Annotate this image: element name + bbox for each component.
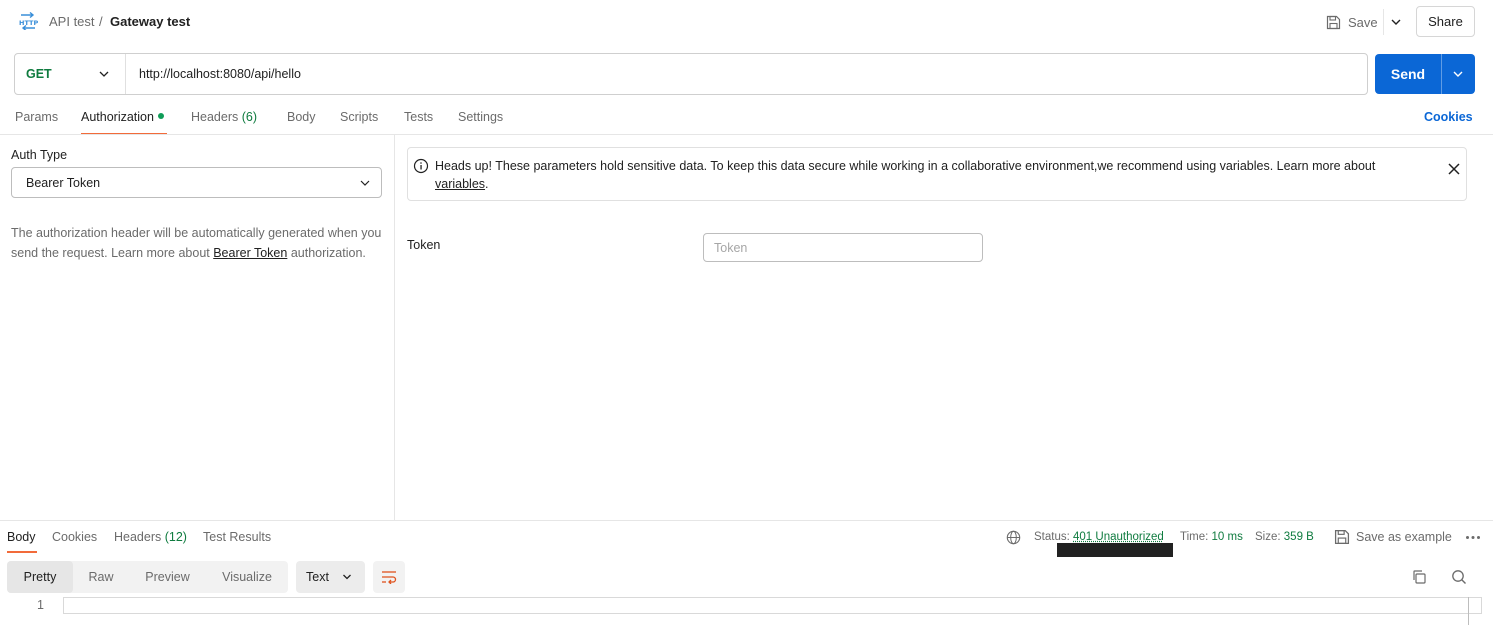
- chevron-down-icon: [341, 571, 353, 583]
- http-request-icon: HTTP: [18, 12, 38, 30]
- variables-link[interactable]: variables: [435, 177, 485, 191]
- url-bar: GET http://localhost:8080/api/hello: [14, 53, 1368, 95]
- auth-type-select[interactable]: Bearer Token: [11, 167, 382, 198]
- globe-icon[interactable]: [1006, 530, 1021, 545]
- tab-headers-label: Headers: [191, 110, 239, 124]
- close-icon[interactable]: [1446, 161, 1462, 177]
- save-icon: [1326, 15, 1341, 30]
- format-tab-pretty[interactable]: Pretty: [7, 561, 73, 593]
- sensitive-data-banner: Heads up! These parameters hold sensitiv…: [407, 147, 1467, 201]
- request-title[interactable]: Gateway test: [110, 14, 190, 30]
- response-size[interactable]: Size: 359 B: [1255, 531, 1314, 543]
- tab-authorization[interactable]: Authorization: [81, 110, 164, 134]
- response-divider[interactable]: [0, 520, 1493, 521]
- response-tab-headers[interactable]: Headers (12): [114, 530, 187, 544]
- save-icon: [1334, 529, 1350, 545]
- tab-tests[interactable]: Tests: [404, 110, 433, 134]
- tab-body[interactable]: Body: [287, 110, 316, 134]
- response-body-editor[interactable]: [63, 597, 1482, 614]
- response-status[interactable]: Status: 401 Unauthorized: [1034, 531, 1164, 543]
- size-label: Size:: [1255, 531, 1281, 543]
- format-tab-visualize[interactable]: Visualize: [212, 561, 282, 593]
- save-label: Save: [1348, 14, 1378, 30]
- response-tab-cookies[interactable]: Cookies: [52, 530, 97, 544]
- banner-text: Heads up! These parameters hold sensitiv…: [435, 157, 1425, 193]
- send-button[interactable]: Send: [1375, 54, 1441, 94]
- auth-active-dot: [157, 113, 164, 119]
- auth-description: The authorization header will be automat…: [11, 223, 383, 263]
- response-headers-count: (12): [164, 530, 187, 544]
- format-tab-raw[interactable]: Raw: [79, 561, 123, 593]
- response-time[interactable]: Time: 10 ms: [1180, 531, 1243, 543]
- response-format-value: Text: [306, 570, 329, 584]
- save-options-chevron-down-icon[interactable]: [1388, 14, 1404, 30]
- auth-type-value: Bearer Token: [26, 176, 101, 190]
- time-label: Time:: [1180, 531, 1209, 543]
- tab-headers[interactable]: Headers (6): [191, 110, 257, 134]
- send-options-chevron-down-icon[interactable]: [1451, 67, 1465, 81]
- line-number: 1: [37, 598, 44, 612]
- redacted-block: [1057, 543, 1173, 557]
- url-input[interactable]: http://localhost:8080/api/hello: [139, 67, 301, 81]
- breadcrumb-parent[interactable]: API test: [49, 14, 95, 30]
- tab-scripts[interactable]: Scripts: [340, 110, 378, 134]
- time-value: 10 ms: [1211, 531, 1243, 543]
- chevron-down-icon: [97, 67, 111, 81]
- token-input[interactable]: [703, 233, 983, 262]
- save-as-example-button[interactable]: Save as example: [1356, 530, 1452, 544]
- chevron-down-icon: [358, 176, 372, 190]
- response-tab-body[interactable]: Body: [7, 530, 36, 544]
- save-divider: [1383, 9, 1384, 35]
- status-value: 401 Unauthorized: [1073, 531, 1164, 543]
- search-icon[interactable]: [1451, 569, 1467, 585]
- svg-text:HTTP: HTTP: [19, 19, 38, 27]
- method-label: GET: [26, 67, 52, 81]
- auth-type-label: Auth Type: [11, 148, 68, 162]
- response-tab-test-results[interactable]: Test Results: [203, 530, 271, 544]
- auth-description-suffix: authorization.: [287, 246, 366, 260]
- tab-headers-count: (6): [241, 110, 258, 124]
- tab-params[interactable]: Params: [15, 110, 58, 134]
- breadcrumb-separator: /: [99, 14, 103, 29]
- status-label: Status:: [1034, 531, 1070, 543]
- wrap-lines-icon: [381, 570, 397, 584]
- format-tabs: Pretty Raw Preview Visualize: [7, 561, 288, 593]
- editor-scrollbar[interactable]: [1468, 597, 1469, 625]
- token-label: Token: [407, 238, 441, 252]
- tabs-divider: [0, 134, 1493, 135]
- response-tab-headers-label: Headers: [114, 530, 162, 544]
- format-tab-preview[interactable]: Preview: [135, 561, 200, 593]
- size-value: 359 B: [1283, 531, 1314, 543]
- active-response-tab-indicator: [7, 551, 37, 553]
- send-divider: [1441, 54, 1442, 94]
- more-options-icon[interactable]: [1465, 535, 1481, 540]
- tab-settings[interactable]: Settings: [458, 110, 503, 134]
- banner-period: .: [485, 177, 489, 191]
- wrap-lines-button[interactable]: [373, 561, 405, 593]
- banner-message: Heads up! These parameters hold sensitiv…: [435, 159, 1376, 173]
- bearer-token-link[interactable]: Bearer Token: [213, 246, 287, 260]
- send-button-group: Send: [1375, 54, 1475, 94]
- panel-divider[interactable]: [394, 135, 395, 521]
- response-format-select[interactable]: Text: [296, 561, 365, 593]
- share-button[interactable]: Share: [1416, 6, 1475, 37]
- cookies-link[interactable]: Cookies: [1424, 110, 1473, 124]
- info-icon: [413, 158, 429, 174]
- save-button[interactable]: Save: [1326, 11, 1378, 33]
- tab-authorization-label: Authorization: [81, 110, 154, 124]
- copy-icon[interactable]: [1411, 569, 1427, 585]
